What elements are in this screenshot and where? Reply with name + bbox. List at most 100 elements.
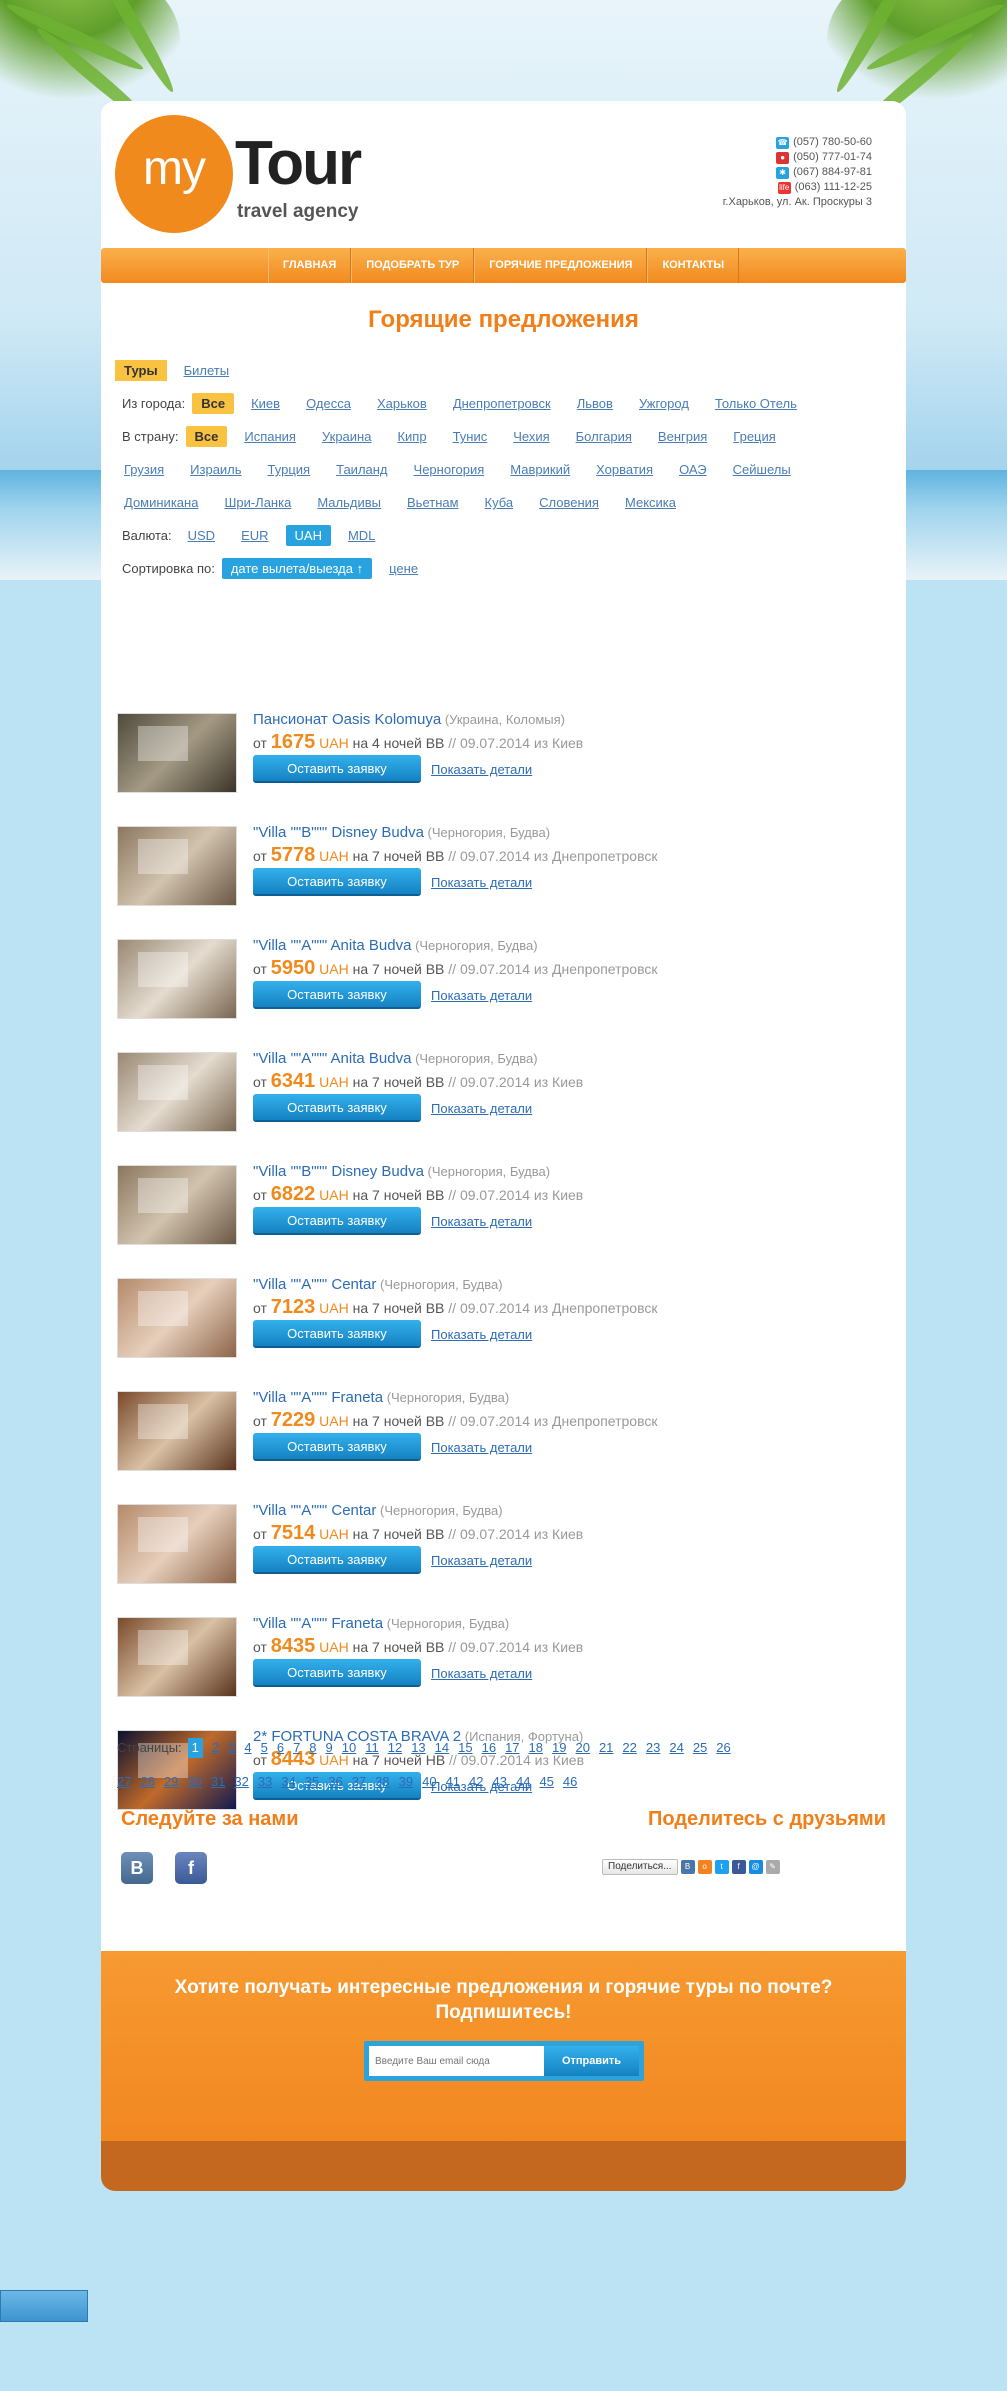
country-option[interactable]: Куба: [476, 492, 523, 513]
page-current[interactable]: 1: [187, 1738, 203, 1758]
logo[interactable]: my Tour travel agency: [115, 115, 385, 235]
page-link[interactable]: 36: [328, 1765, 342, 1799]
country-option[interactable]: Маврикий: [501, 459, 579, 480]
tab-tours[interactable]: Туры: [115, 360, 167, 381]
menu-item-hot-offers[interactable]: ГОРЯЧИЕ ПРЕДЛОЖЕНИЯ: [474, 248, 648, 283]
show-details-link[interactable]: Показать детали: [431, 988, 532, 1003]
page-link[interactable]: 4: [244, 1731, 251, 1765]
menu-item-find-tour[interactable]: ПОДОБРАТЬ ТУР: [351, 248, 475, 283]
city-option[interactable]: Киев: [242, 393, 289, 414]
offer-hotel-name[interactable]: "Villa ""A""" Franeta: [253, 1615, 383, 1632]
city-option[interactable]: Только Отель: [706, 393, 806, 414]
page-link[interactable]: 29: [164, 1765, 178, 1799]
show-details-link[interactable]: Показать детали: [431, 1214, 532, 1229]
offer-thumbnail[interactable]: [117, 1617, 237, 1697]
page-link[interactable]: 39: [399, 1765, 413, 1799]
page-link[interactable]: 45: [539, 1765, 553, 1799]
page-link[interactable]: 33: [258, 1765, 272, 1799]
page-link[interactable]: 22: [622, 1731, 636, 1765]
offer-hotel-name[interactable]: "Villa ""A""" Franeta: [253, 1389, 383, 1406]
country-option[interactable]: Словения: [530, 492, 608, 513]
share-button[interactable]: Поделиться...: [602, 1859, 678, 1875]
page-link[interactable]: 42: [469, 1765, 483, 1799]
show-details-link[interactable]: Показать детали: [431, 875, 532, 890]
page-link[interactable]: 43: [493, 1765, 507, 1799]
page-link[interactable]: 34: [281, 1765, 295, 1799]
currency-option[interactable]: USD: [179, 525, 224, 546]
page-link[interactable]: 38: [375, 1765, 389, 1799]
page-link[interactable]: 3: [228, 1731, 235, 1765]
page-link[interactable]: 44: [516, 1765, 530, 1799]
page-link[interactable]: 11: [365, 1731, 379, 1765]
page-link[interactable]: 37: [352, 1765, 366, 1799]
offer-thumbnail[interactable]: [117, 826, 237, 906]
floating-widget[interactable]: [0, 2290, 88, 2322]
page-link[interactable]: 12: [388, 1731, 402, 1765]
subscribe-button[interactable]: Отправить: [544, 2046, 639, 2076]
page-link[interactable]: 13: [411, 1731, 425, 1765]
country-option[interactable]: Кипр: [388, 426, 435, 447]
page-link[interactable]: 31: [211, 1765, 225, 1799]
page-link[interactable]: 27: [117, 1765, 131, 1799]
page-link[interactable]: 2: [212, 1731, 219, 1765]
city-option[interactable]: Днепропетровск: [444, 393, 560, 414]
leave-request-button[interactable]: Оставить заявку: [253, 1433, 421, 1461]
page-link[interactable]: 5: [261, 1731, 268, 1765]
tab-tickets[interactable]: Билеты: [175, 360, 238, 381]
show-details-link[interactable]: Показать детали: [431, 1440, 532, 1455]
page-link[interactable]: 23: [646, 1731, 660, 1765]
page-link[interactable]: 8: [309, 1731, 316, 1765]
country-option[interactable]: Грузия: [115, 459, 173, 480]
leave-request-button[interactable]: Оставить заявку: [253, 1094, 421, 1122]
leave-request-button[interactable]: Оставить заявку: [253, 1659, 421, 1687]
menu-item-contacts[interactable]: КОНТАКТЫ: [647, 248, 740, 283]
sort-option-date[interactable]: дате вылета/выезда ↑: [221, 558, 373, 579]
livejournal-share-icon[interactable]: ✎: [765, 1860, 780, 1874]
leave-request-button[interactable]: Оставить заявку: [253, 981, 421, 1009]
page-link[interactable]: 35: [305, 1765, 319, 1799]
country-option[interactable]: Доминикана: [115, 492, 207, 513]
country-option[interactable]: Испания: [235, 426, 305, 447]
country-option[interactable]: Мексика: [616, 492, 685, 513]
facebook-icon[interactable]: f: [175, 1852, 207, 1884]
country-option[interactable]: ОАЭ: [670, 459, 716, 480]
page-link[interactable]: 15: [458, 1731, 472, 1765]
country-option[interactable]: Сейшелы: [724, 459, 800, 480]
leave-request-button[interactable]: Оставить заявку: [253, 868, 421, 896]
offer-thumbnail[interactable]: [117, 1165, 237, 1245]
offer-hotel-name[interactable]: "Villa ""A""" Centar: [253, 1502, 376, 1519]
ok-share-icon[interactable]: o: [697, 1860, 712, 1874]
country-option[interactable]: Израиль: [181, 459, 250, 480]
page-link[interactable]: 40: [422, 1765, 436, 1799]
leave-request-button[interactable]: Оставить заявку: [253, 1546, 421, 1574]
page-link[interactable]: 32: [234, 1765, 248, 1799]
offer-thumbnail[interactable]: [117, 1391, 237, 1471]
facebook-share-icon[interactable]: f: [731, 1860, 746, 1874]
country-option[interactable]: Вьетнам: [398, 492, 468, 513]
twitter-share-icon[interactable]: t: [714, 1860, 729, 1874]
country-option[interactable]: Турция: [259, 459, 320, 480]
offer-thumbnail[interactable]: [117, 1052, 237, 1132]
offer-hotel-name[interactable]: "Villa ""A""" Anita Budva: [253, 1050, 411, 1067]
leave-request-button[interactable]: Оставить заявку: [253, 1207, 421, 1235]
page-link[interactable]: 17: [505, 1731, 519, 1765]
offer-thumbnail[interactable]: [117, 939, 237, 1019]
page-link[interactable]: 9: [326, 1731, 333, 1765]
country-option[interactable]: Греция: [724, 426, 785, 447]
mailru-share-icon[interactable]: @: [748, 1860, 763, 1874]
city-option[interactable]: Харьков: [368, 393, 436, 414]
offer-hotel-name[interactable]: "Villa ""A""" Centar: [253, 1276, 376, 1293]
page-link[interactable]: 10: [342, 1731, 356, 1765]
page-link[interactable]: 24: [669, 1731, 683, 1765]
currency-option[interactable]: UAH: [285, 525, 331, 546]
vk-icon[interactable]: B: [121, 1852, 153, 1884]
offer-hotel-name[interactable]: Пансионат Oasis Kolomuya: [253, 711, 441, 728]
country-option[interactable]: Шри-Ланка: [215, 492, 300, 513]
country-option[interactable]: Чехия: [504, 426, 558, 447]
show-details-link[interactable]: Показать детали: [431, 1553, 532, 1568]
country-option[interactable]: Тунис: [444, 426, 497, 447]
offer-hotel-name[interactable]: "Villa ""A""" Anita Budva: [253, 937, 411, 954]
leave-request-button[interactable]: Оставить заявку: [253, 755, 421, 783]
country-option[interactable]: Мальдивы: [308, 492, 390, 513]
page-link[interactable]: 25: [693, 1731, 707, 1765]
